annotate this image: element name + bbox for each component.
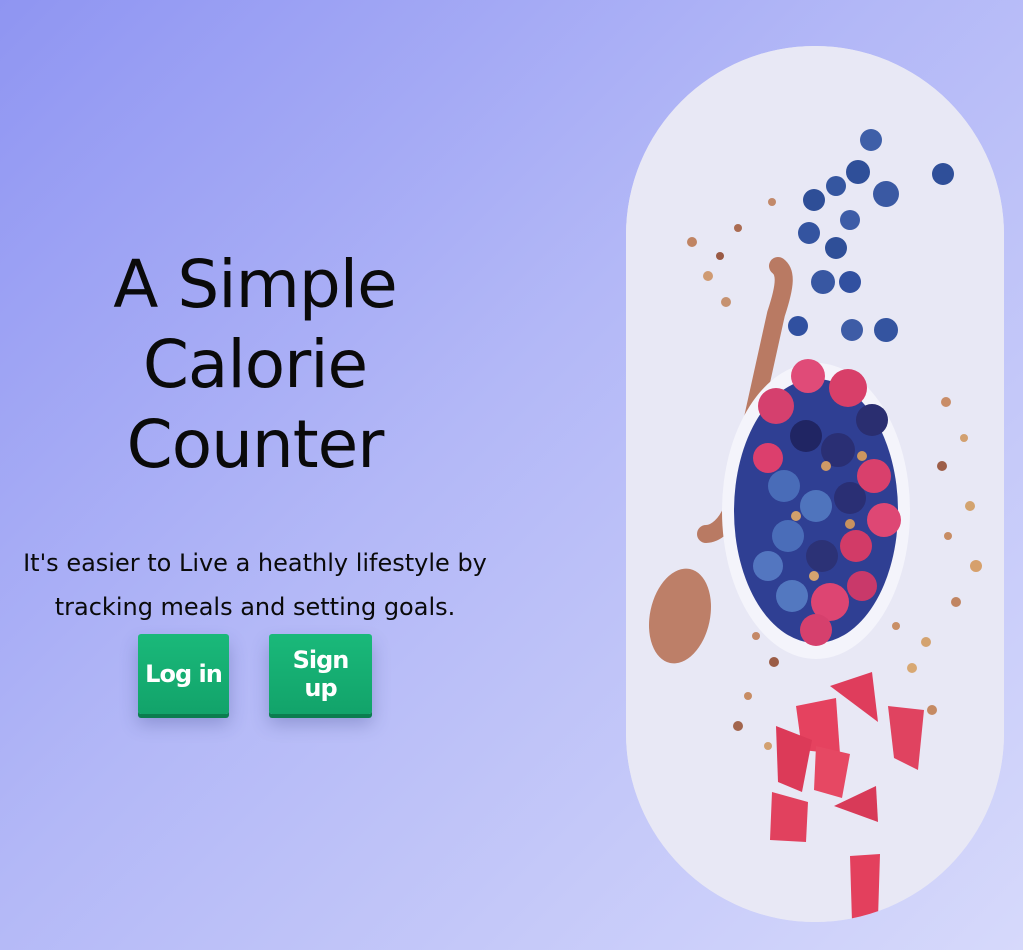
page-title: A Simple Calorie Counter	[0, 245, 510, 485]
login-button[interactable]: Log in	[138, 634, 229, 714]
title-line-1: A Simple Calorie	[113, 246, 397, 403]
cta-buttons: Log in Sign up	[138, 634, 372, 714]
hero-image	[626, 46, 1004, 922]
title-line-2: Counter	[126, 406, 385, 483]
signup-button[interactable]: Sign up	[269, 634, 372, 714]
hero-subtitle: It's easier to Live a heathly lifestyle …	[23, 549, 487, 621]
berry-bowl-illustration	[626, 46, 1004, 922]
hero-section: A Simple Calorie Counter It's easier to …	[0, 245, 510, 629]
